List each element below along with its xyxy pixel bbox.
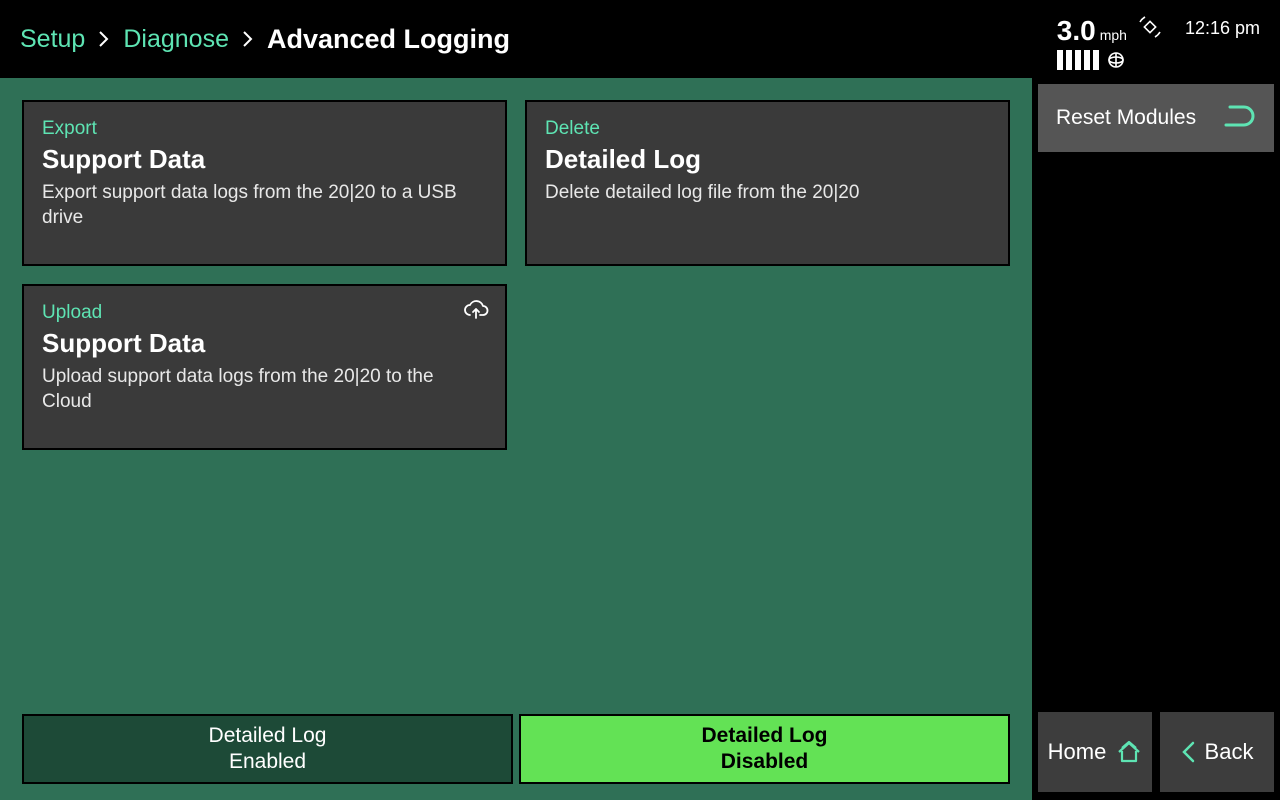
home-button[interactable]: Home [1038, 712, 1152, 792]
top-bar: Setup Diagnose Advanced Logging 3.0 mph [0, 0, 1280, 78]
back-button[interactable]: Back [1160, 712, 1274, 792]
card-kicker: Export [42, 118, 487, 140]
toggle-label-line2: Disabled [721, 749, 809, 775]
speed-unit: mph [1100, 27, 1127, 43]
card-description: Delete detailed log file from the 20|20 [545, 181, 990, 206]
button-label: Home [1048, 739, 1107, 765]
button-label: Back [1205, 739, 1254, 765]
chevron-right-icon [243, 31, 253, 47]
detailed-log-disabled-button[interactable]: Detailed Log Disabled [519, 714, 1010, 784]
upload-support-data-card[interactable]: Upload Support Data Upload support data … [22, 284, 507, 450]
chevron-left-icon [1181, 741, 1195, 763]
card-description: Upload support data logs from the 20|20 … [42, 365, 487, 414]
toggle-label-line1: Detailed Log [209, 723, 327, 749]
breadcrumb: Setup Diagnose Advanced Logging [20, 24, 510, 55]
speed-value: 3.0 [1057, 15, 1096, 47]
cloud-upload-icon [463, 300, 489, 320]
breadcrumb-setup[interactable]: Setup [20, 25, 85, 54]
chevron-right-icon [99, 31, 109, 47]
status-speed: 3.0 mph [1057, 14, 1163, 71]
card-title: Detailed Log [545, 144, 990, 175]
delete-detailed-log-card[interactable]: Delete Detailed Log Delete detailed log … [525, 100, 1010, 266]
card-description: Export support data logs from the 20|20 … [42, 181, 487, 230]
detailed-log-toggle: Detailed Log Enabled Detailed Log Disabl… [22, 714, 1010, 784]
button-label: Reset Modules [1056, 106, 1196, 130]
signal-bars-icon [1057, 50, 1099, 70]
detailed-log-enabled-button[interactable]: Detailed Log Enabled [22, 714, 513, 784]
return-arrow-icon [1222, 105, 1256, 131]
sidebar: Reset Modules Home [1032, 78, 1280, 800]
home-icon [1116, 740, 1142, 764]
card-kicker: Delete [545, 118, 990, 140]
breadcrumb-current: Advanced Logging [267, 24, 510, 55]
reset-modules-button[interactable]: Reset Modules [1038, 84, 1274, 152]
breadcrumb-diagnose[interactable]: Diagnose [123, 25, 229, 54]
card-kicker: Upload [42, 302, 487, 324]
toggle-label-line1: Detailed Log [701, 723, 827, 749]
main-panel: Export Support Data Export support data … [0, 78, 1032, 800]
export-support-data-card[interactable]: Export Support Data Export support data … [22, 100, 507, 266]
card-title: Support Data [42, 144, 487, 175]
toggle-label-line2: Enabled [229, 749, 306, 775]
satellite-icon [1137, 14, 1163, 40]
clock: 12:16 pm [1185, 14, 1260, 39]
card-title: Support Data [42, 328, 487, 359]
gps-icon [1105, 49, 1127, 71]
